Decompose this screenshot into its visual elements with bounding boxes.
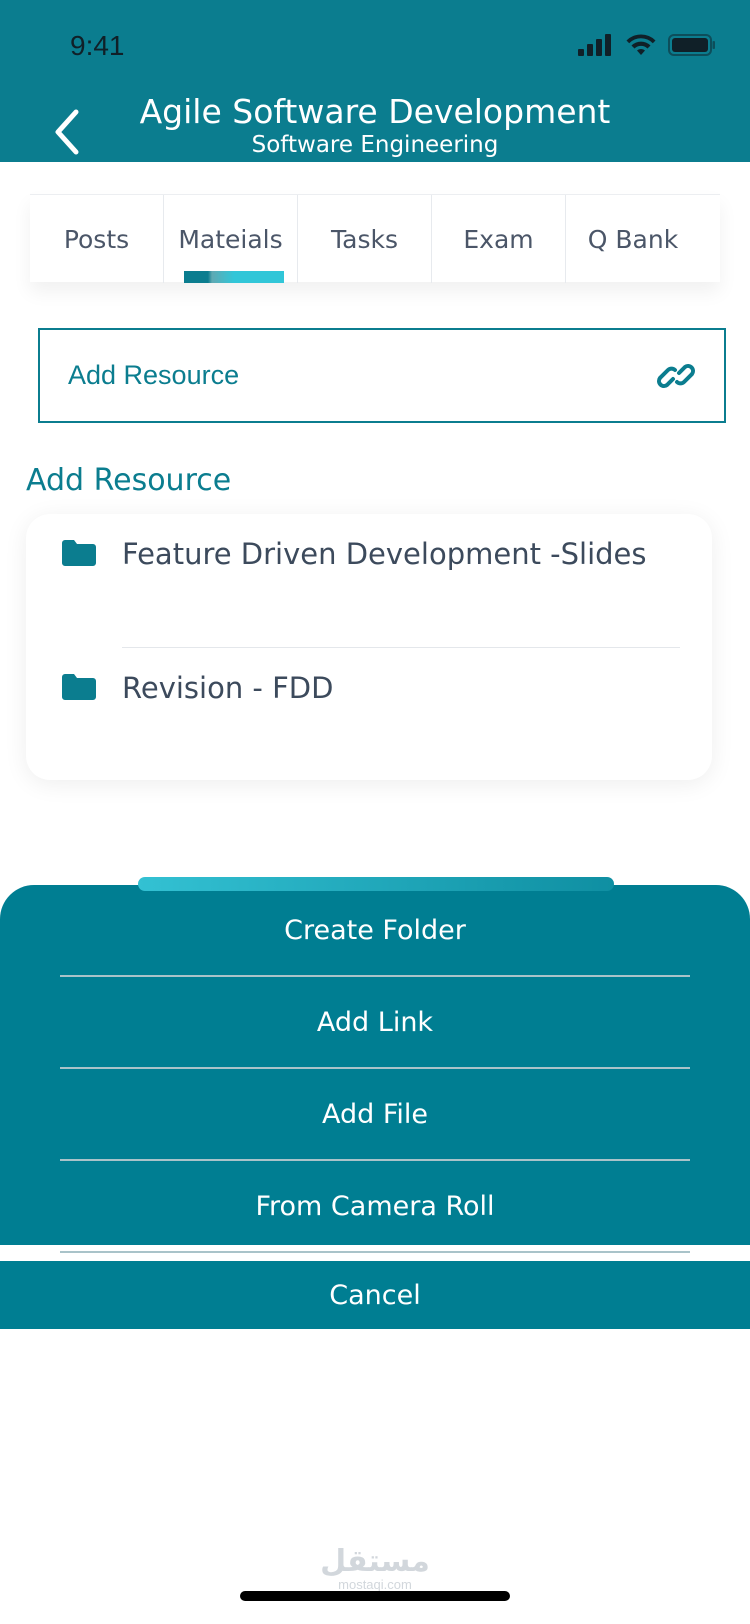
- tab-tasks[interactable]: Tasks: [298, 195, 432, 283]
- list-divider: [122, 647, 680, 648]
- create-folder-button[interactable]: Create Folder: [60, 885, 690, 977]
- cancel-button[interactable]: Cancel: [0, 1261, 750, 1329]
- section-title: Add Resource: [26, 463, 232, 498]
- page-subtitle: Software Engineering: [251, 132, 499, 158]
- list-item[interactable]: Revision - FDD: [26, 658, 712, 718]
- signal-icon: [578, 34, 611, 56]
- add-file-button[interactable]: Add File: [60, 1069, 690, 1161]
- tab-exam[interactable]: Exam: [432, 195, 566, 283]
- tab-q-bank[interactable]: Q Bank: [566, 195, 700, 283]
- tab-label: Tasks: [331, 224, 398, 254]
- tab-label: Exam: [463, 224, 534, 254]
- tab-label: Q Bank: [587, 224, 679, 254]
- battery-icon: [668, 34, 715, 56]
- wifi-icon: [626, 34, 656, 55]
- folder-icon: [62, 674, 96, 700]
- add-resource-label: Add Resource: [68, 360, 240, 390]
- tab-posts[interactable]: Posts: [30, 195, 164, 283]
- sheet-handle[interactable]: [138, 877, 614, 891]
- link-icon[interactable]: [656, 356, 696, 396]
- watermark-arabic: مستقل: [320, 1545, 430, 1578]
- page-title: Agile Software Development: [139, 92, 611, 131]
- action-sheet: Create Folder Add Link Add File From Cam…: [0, 885, 750, 1253]
- active-tab-indicator: [184, 271, 284, 283]
- camera-roll-button[interactable]: From Camera Roll: [60, 1161, 690, 1253]
- tab-label: Mateials: [178, 224, 283, 254]
- tab-label: Posts: [63, 224, 130, 254]
- resource-list-card: Feature Driven Development -Slides Revis…: [26, 514, 712, 780]
- tab-bar: Posts Mateials Tasks Exam Q Bank: [30, 194, 720, 283]
- status-icons: [578, 30, 716, 60]
- status-time: 9:41: [70, 30, 125, 61]
- app-header: 9:41 Agile Software Development Software…: [0, 0, 750, 162]
- resource-name: Feature Driven Development -Slides: [122, 537, 647, 571]
- list-item[interactable]: Feature Driven Development -Slides: [26, 524, 712, 584]
- home-indicator: [240, 1591, 510, 1601]
- folder-icon: [62, 540, 96, 566]
- add-resource-field[interactable]: Add Resource: [38, 328, 726, 423]
- resource-name: Revision - FDD: [122, 671, 334, 705]
- add-link-button[interactable]: Add Link: [60, 977, 690, 1069]
- tab-materials[interactable]: Mateials: [164, 195, 298, 283]
- watermark-logo: مستقل mostaqi.com: [0, 1546, 750, 1592]
- watermark-latin: mostaqi.com: [338, 1577, 412, 1592]
